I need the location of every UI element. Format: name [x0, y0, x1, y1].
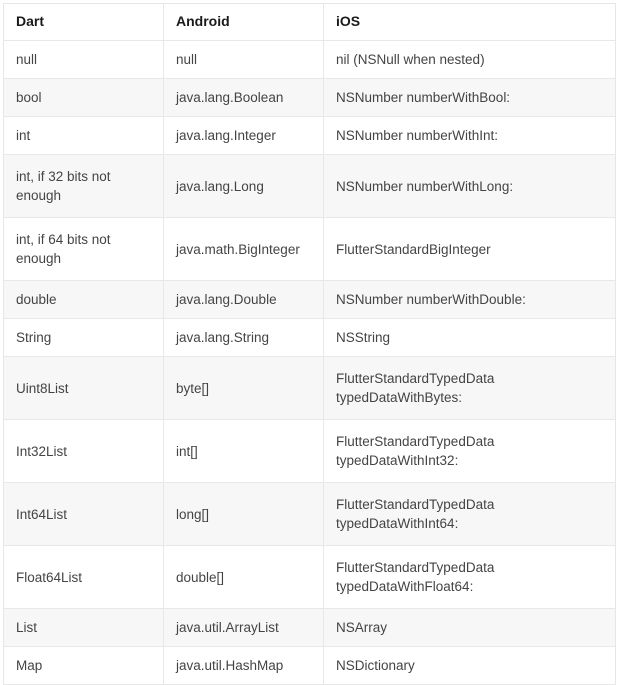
table-header-row: Dart Android iOS — [3, 3, 616, 41]
table-cell-android: java.util.HashMap — [163, 646, 324, 685]
table-cell-ios: nil (NSNull when nested) — [323, 40, 616, 79]
table-row: int, if 64 bits not enough java.math.BigI… — [3, 217, 616, 281]
table-cell-android: java.lang.String — [163, 318, 324, 357]
table-cell-android: java.math.BigInteger — [163, 217, 324, 281]
table-body: null null nil (NSNull when nested) bool java… — [3, 40, 616, 685]
table-cell-android: java.util.ArrayList — [163, 608, 324, 647]
table-cell-dart: Int32List — [3, 419, 164, 483]
type-mapping-table-container: Dart Android iOS null null nil (NSNull whe… — [3, 3, 616, 685]
table-cell-ios: FlutterStandardBigInteger — [323, 217, 616, 281]
type-mapping-table: Dart Android iOS null null nil (NSNull whe… — [3, 3, 616, 685]
table-cell-ios: FlutterStandardTypedData typedDataWithIn… — [323, 482, 616, 546]
table-cell-ios: FlutterStandardTypedData typedDataWithFl… — [323, 545, 616, 609]
table-cell-dart: int, if 32 bits not enough — [3, 154, 164, 218]
table-cell-android: java.lang.Integer — [163, 116, 324, 155]
table-row: String java.lang.String NSString — [3, 318, 616, 357]
table-cell-ios: FlutterStandardTypedData typedDataWithIn… — [323, 419, 616, 483]
table-cell-ios: NSNumber numberWithBool: — [323, 78, 616, 117]
table-row: int, if 32 bits not enough java.lang.Long… — [3, 154, 616, 218]
table-cell-android: int[] — [163, 419, 324, 483]
table-cell-android: byte[] — [163, 356, 324, 420]
table-cell-dart: List — [3, 608, 164, 647]
table-cell-dart: bool — [3, 78, 164, 117]
table-cell-dart: Float64List — [3, 545, 164, 609]
table-cell-dart: String — [3, 318, 164, 357]
table-cell-dart: Map — [3, 646, 164, 685]
table-cell-android: double[] — [163, 545, 324, 609]
table-cell-dart: Int64List — [3, 482, 164, 546]
column-header-ios: iOS — [323, 3, 616, 41]
table-cell-ios: NSArray — [323, 608, 616, 647]
table-row: double java.lang.Double NSNumber numberWit… — [3, 280, 616, 319]
table-row: null null nil (NSNull when nested) — [3, 40, 616, 79]
table-row: Int32List int[] FlutterStandardTypedData t… — [3, 419, 616, 483]
table-cell-android: java.lang.Double — [163, 280, 324, 319]
column-header-dart: Dart — [3, 3, 164, 41]
table-row: int java.lang.Integer NSNumber numberWithI… — [3, 116, 616, 155]
table-row: bool java.lang.Boolean NSNumber numberWith… — [3, 78, 616, 117]
column-header-android: Android — [163, 3, 324, 41]
table-cell-ios: FlutterStandardTypedData typedDataWithBy… — [323, 356, 616, 420]
table-cell-dart: double — [3, 280, 164, 319]
table-cell-android: java.lang.Boolean — [163, 78, 324, 117]
table-cell-dart: null — [3, 40, 164, 79]
table-row: Uint8List byte[] FlutterStandardTypedData … — [3, 356, 616, 420]
table-cell-dart: int — [3, 116, 164, 155]
table-cell-android: null — [163, 40, 324, 79]
table-cell-dart: Uint8List — [3, 356, 164, 420]
table-row: Int64List long[] FlutterStandardTypedData … — [3, 482, 616, 546]
table-cell-ios: NSNumber numberWithDouble: — [323, 280, 616, 319]
table-cell-ios: NSNumber numberWithInt: — [323, 116, 616, 155]
table-cell-android: long[] — [163, 482, 324, 546]
table-row: List java.util.ArrayList NSArray — [3, 608, 616, 647]
table-header: Dart Android iOS — [3, 3, 616, 41]
table-row: Float64List double[] FlutterStandardTypedD… — [3, 545, 616, 609]
table-cell-ios: NSNumber numberWithLong: — [323, 154, 616, 218]
table-cell-ios: NSDictionary — [323, 646, 616, 685]
table-cell-android: java.lang.Long — [163, 154, 324, 218]
table-cell-ios: NSString — [323, 318, 616, 357]
table-cell-dart: int, if 64 bits not enough — [3, 217, 164, 281]
table-row: Map java.util.HashMap NSDictionary — [3, 646, 616, 685]
